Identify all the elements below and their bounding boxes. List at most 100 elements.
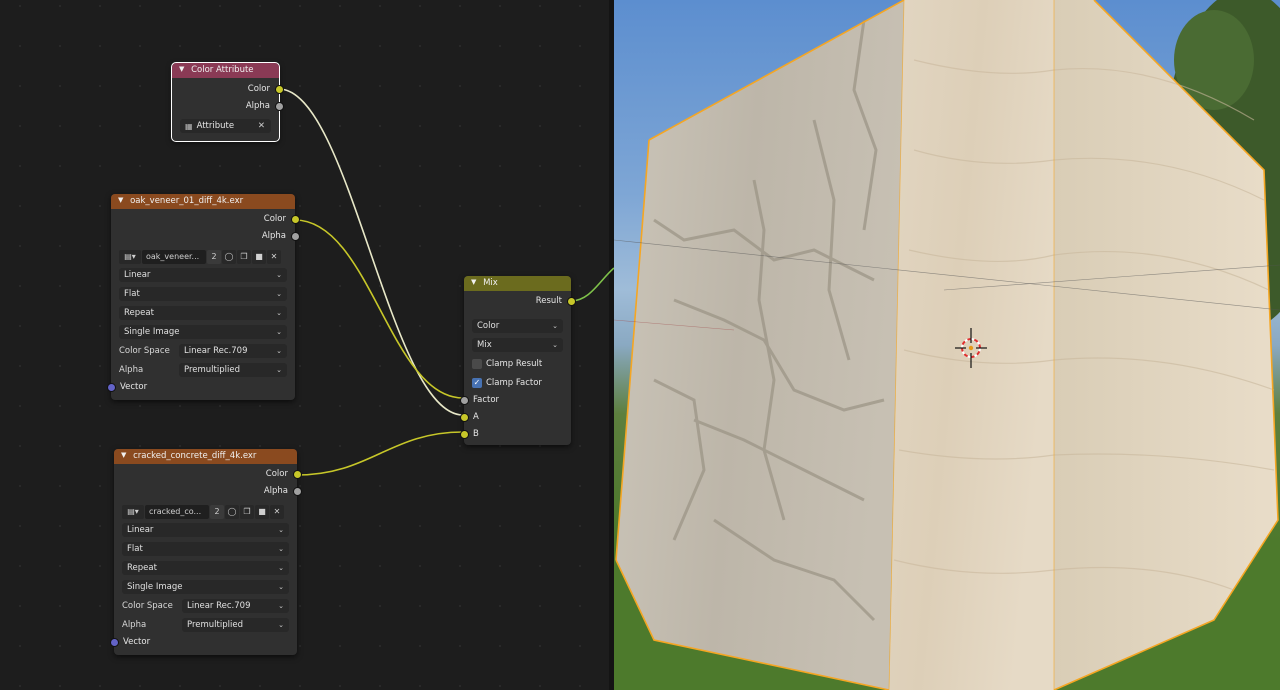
image-browse-icon[interactable]: ▤▾ bbox=[122, 504, 144, 519]
blend-mode-dropdown[interactable]: Mix ⌄ bbox=[472, 337, 563, 352]
dropdown-value: Repeat bbox=[124, 307, 154, 318]
input-label: Vector bbox=[120, 382, 148, 392]
input-socket-b[interactable] bbox=[460, 431, 468, 438]
dropdown-value: Linear Rec.709 bbox=[184, 345, 248, 356]
input-socket-vector[interactable] bbox=[110, 639, 118, 646]
open-folder-icon[interactable]: ■ bbox=[255, 504, 269, 519]
fake-user-shield-icon[interactable]: ◯ bbox=[225, 504, 239, 519]
clamp-result-label: Clamp Result bbox=[486, 358, 543, 369]
duplicate-icon[interactable]: ❐ bbox=[240, 504, 254, 519]
output-color-row: Color bbox=[111, 211, 299, 228]
chevron-down-icon[interactable]: ▼ bbox=[118, 194, 123, 208]
interpolation-dropdown[interactable]: Linear ⌄ bbox=[122, 522, 289, 537]
3d-viewport[interactable] bbox=[614, 0, 1280, 690]
node-header[interactable]: ▼ Color Attribute bbox=[172, 63, 279, 78]
output-socket-color[interactable] bbox=[275, 86, 283, 93]
interpolation-dropdown[interactable]: Linear ⌄ bbox=[119, 267, 287, 282]
node-header[interactable]: ▼ cracked_concrete_diff_4k.exr bbox=[114, 449, 297, 464]
output-socket-result[interactable] bbox=[567, 298, 575, 305]
input-socket-vector[interactable] bbox=[107, 384, 115, 391]
dropdown-value: Linear Rec.709 bbox=[187, 600, 251, 611]
attribute-field[interactable]: ▦ Attribute ✕ bbox=[180, 119, 271, 133]
input-a-row: A bbox=[460, 409, 571, 426]
input-label: Factor bbox=[473, 395, 500, 405]
image-datablock-bar: ▤▾ cracked_co... 2 ◯ ❐ ■ ✕ bbox=[114, 503, 297, 520]
node-title: oak_veneer_01_diff_4k.exr bbox=[130, 196, 244, 206]
output-socket-color[interactable] bbox=[293, 471, 301, 478]
chevron-down-icon: ⌄ bbox=[278, 601, 284, 610]
chevron-down-icon: ⌄ bbox=[276, 327, 282, 336]
output-color-row: Color bbox=[172, 81, 283, 98]
image-users-count[interactable]: 2 bbox=[207, 249, 221, 264]
node-header[interactable]: ▼ Mix bbox=[464, 276, 571, 291]
color-space-dropdown[interactable]: Linear Rec.709 ⌄ bbox=[182, 598, 289, 613]
mix-node[interactable]: ▼ Mix Result Color ⌄ Mix ⌄ Clamp Result ✓ … bbox=[460, 276, 575, 445]
chevron-down-icon[interactable]: ▼ bbox=[121, 449, 126, 463]
chevron-down-icon: ⌄ bbox=[276, 365, 282, 374]
alpha-mode-dropdown[interactable]: Premultiplied ⌄ bbox=[179, 362, 287, 377]
duplicate-icon[interactable]: ❐ bbox=[237, 249, 251, 264]
clamp-result-row[interactable]: Clamp Result bbox=[464, 354, 571, 373]
cube-face-concrete bbox=[616, 0, 904, 690]
clamp-factor-row[interactable]: ✓ Clamp Factor bbox=[464, 373, 571, 392]
dropdown-value: Linear bbox=[127, 524, 154, 535]
open-folder-icon[interactable]: ■ bbox=[252, 249, 266, 264]
alpha-mode-label: Alpha bbox=[119, 364, 144, 375]
image-name-field[interactable]: cracked_co... bbox=[145, 504, 209, 519]
data-type-dropdown[interactable]: Color ⌄ bbox=[472, 318, 563, 333]
unlink-x-icon[interactable]: ✕ bbox=[267, 249, 281, 264]
dropdown-value: Linear bbox=[124, 269, 151, 280]
image-name-field[interactable]: oak_veneer... bbox=[142, 249, 206, 264]
node-title: cracked_concrete_diff_4k.exr bbox=[133, 451, 257, 461]
alpha-mode-label: Alpha bbox=[122, 619, 147, 630]
fake-user-shield-icon[interactable]: ◯ bbox=[222, 249, 236, 264]
output-alpha-row: Alpha bbox=[172, 98, 283, 115]
attribute-field-label: Attribute bbox=[196, 121, 235, 131]
chevron-down-icon: ⌄ bbox=[278, 525, 284, 534]
output-socket-alpha[interactable] bbox=[275, 103, 283, 110]
projection-dropdown[interactable]: Flat ⌄ bbox=[122, 541, 289, 556]
dropdown-value: Premultiplied bbox=[184, 364, 240, 375]
projection-dropdown[interactable]: Flat ⌄ bbox=[119, 286, 287, 301]
extension-dropdown[interactable]: Repeat ⌄ bbox=[122, 560, 289, 575]
extension-dropdown[interactable]: Repeat ⌄ bbox=[119, 305, 287, 320]
clamp-factor-checkbox[interactable]: ✓ bbox=[472, 377, 482, 388]
output-socket-color[interactable] bbox=[291, 216, 299, 223]
input-vector-row: Vector bbox=[110, 634, 297, 651]
clear-x-icon[interactable]: ✕ bbox=[258, 121, 265, 131]
output-socket-alpha[interactable] bbox=[291, 233, 299, 240]
color-space-dropdown[interactable]: Linear Rec.709 ⌄ bbox=[179, 343, 287, 358]
output-label: Alpha bbox=[245, 101, 270, 111]
output-socket-alpha[interactable] bbox=[293, 488, 301, 495]
source-dropdown[interactable]: Single Image ⌄ bbox=[122, 579, 289, 594]
chevron-down-icon: ⌄ bbox=[276, 308, 282, 317]
chevron-down-icon: ⌄ bbox=[276, 270, 282, 279]
output-label: Alpha bbox=[261, 231, 286, 241]
chevron-down-icon[interactable]: ▼ bbox=[471, 276, 476, 290]
chevron-down-icon[interactable]: ▼ bbox=[179, 63, 184, 77]
oak-image-texture-node[interactable]: ▼ oak_veneer_01_diff_4k.exr Color Alpha … bbox=[107, 194, 299, 400]
input-socket-factor[interactable] bbox=[460, 397, 468, 404]
output-label: Color bbox=[263, 214, 286, 224]
input-label: B bbox=[473, 429, 479, 439]
unlink-x-icon[interactable]: ✕ bbox=[270, 504, 284, 519]
output-alpha-row: Alpha bbox=[114, 483, 301, 500]
chevron-down-icon: ⌄ bbox=[278, 620, 284, 629]
clamp-result-checkbox[interactable] bbox=[472, 358, 482, 369]
source-dropdown[interactable]: Single Image ⌄ bbox=[119, 324, 287, 339]
output-label: Color bbox=[265, 469, 288, 479]
input-vector-row: Vector bbox=[107, 379, 295, 396]
image-users-count[interactable]: 2 bbox=[210, 504, 224, 519]
color-space-label: Color Space bbox=[122, 600, 173, 611]
input-socket-a[interactable] bbox=[460, 414, 468, 421]
color-attribute-node[interactable]: ▼ Color Attribute Color Alpha ▦ Attribut… bbox=[171, 62, 283, 142]
chevron-down-icon: ⌄ bbox=[276, 289, 282, 298]
concrete-image-texture-node[interactable]: ▼ cracked_concrete_diff_4k.exr Color Alp… bbox=[110, 449, 301, 655]
input-label: A bbox=[473, 412, 479, 422]
image-browse-icon[interactable]: ▤▾ bbox=[119, 249, 141, 264]
input-label: Vector bbox=[123, 637, 151, 647]
node-header[interactable]: ▼ oak_veneer_01_diff_4k.exr bbox=[111, 194, 295, 209]
output-result-row: Result bbox=[464, 293, 575, 310]
viewport-scene bbox=[614, 0, 1280, 690]
alpha-mode-dropdown[interactable]: Premultiplied ⌄ bbox=[182, 617, 289, 632]
